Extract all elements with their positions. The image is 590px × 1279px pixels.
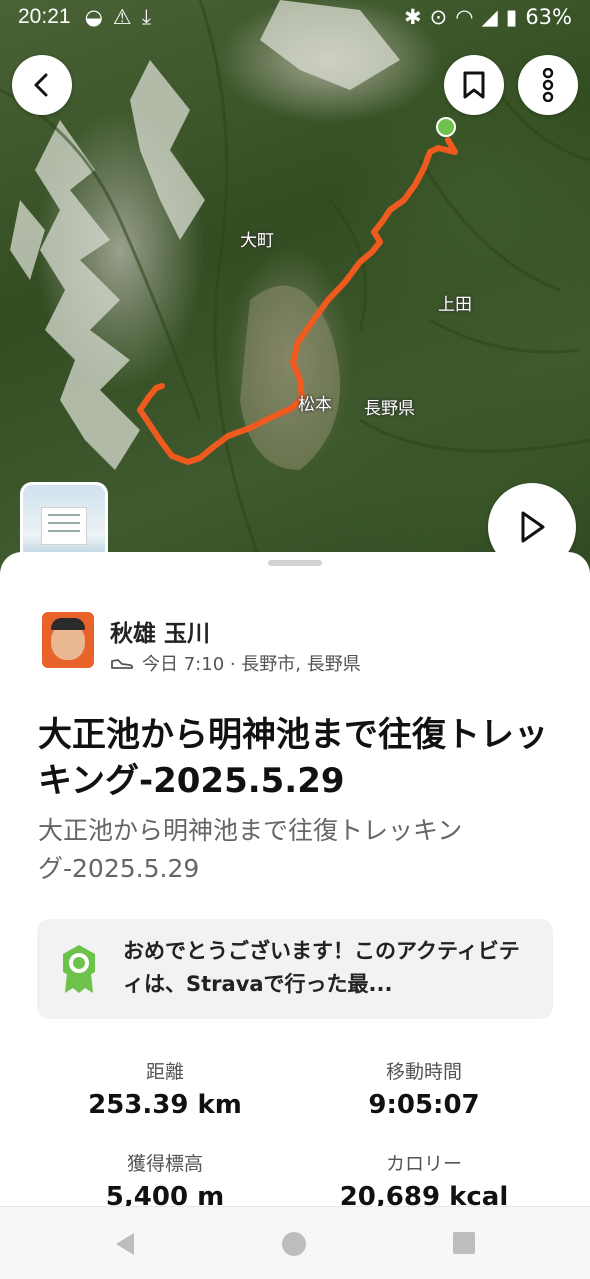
- activity-title: 大正池から明神池まで往復トレッキング-2025.5.29: [38, 715, 548, 801]
- stat-value: 9:05:07: [368, 1090, 480, 1120]
- stat-label: 移動時間: [385, 1061, 462, 1083]
- stat-distance: 距離 253.39 km: [35, 1057, 295, 1120]
- notification-icons: ◒ ⚠ ⤓: [85, 5, 151, 30]
- stat-label: 距離: [145, 1061, 184, 1083]
- nav-back-icon[interactable]: [112, 1231, 138, 1257]
- achievement-text: おめでとうございます！このアクティビティは、Stravaで行った最...: [123, 939, 520, 996]
- stat-value: 20,689 kcal: [339, 1182, 509, 1206]
- map-label-omachi: 大町: [240, 231, 274, 251]
- battery-level: 63%: [525, 5, 572, 29]
- bluetooth-icon: ✱: [404, 5, 422, 29]
- route-map[interactable]: 20:21 ◒ ⚠ ⤓ ✱ ⊙ ◠ ◢ ▮ 63% 大町 上田 松本 長野県: [0, 0, 590, 590]
- status-time: 20:21: [18, 5, 71, 28]
- sheet-drag-handle[interactable]: [268, 560, 322, 566]
- wifi-icon: ◠: [455, 5, 474, 29]
- chevron-left-icon: [34, 73, 48, 97]
- battery-icon: ▮: [505, 5, 518, 29]
- avatar-hair: [51, 618, 85, 630]
- location-icon: ⊙: [429, 5, 448, 29]
- stat-value: 253.39 km: [88, 1090, 242, 1120]
- activity-meta: 今日 7:10 · 長野市, 長野県: [110, 650, 361, 676]
- nav-recents-icon[interactable]: [452, 1231, 476, 1255]
- map-label-matsumoto: 松本: [298, 395, 332, 415]
- map-label-nagano: 長野県: [364, 399, 415, 419]
- shoe-icon: [111, 659, 134, 669]
- stat-label: カロリー: [385, 1153, 462, 1175]
- bookmark-icon: [463, 71, 485, 99]
- stat-calories: カロリー 20,689 kcal: [294, 1149, 554, 1206]
- activity-description: 大正池から明神池まで往復トレッキング-2025.5.29: [38, 816, 463, 883]
- play-icon: [521, 511, 545, 543]
- signal-icon: ◢: [481, 5, 498, 29]
- download-icon: ⤓: [141, 4, 152, 29]
- stat-value: 5,400 m: [105, 1182, 225, 1206]
- nav-home-icon[interactable]: [281, 1231, 307, 1257]
- more-button[interactable]: [518, 55, 578, 115]
- athlete-name[interactable]: 秋雄 玉川: [110, 614, 210, 648]
- system-nav-bar: [0, 1206, 590, 1279]
- stat-label: 獲得標高: [126, 1153, 203, 1175]
- activity-meta-text: 今日 7:10 · 長野市, 長野県: [142, 654, 361, 675]
- stat-moving-time: 移動時間 9:05:07: [294, 1057, 554, 1120]
- photo-certificate: [41, 507, 87, 545]
- bookmark-button[interactable]: [444, 55, 504, 115]
- stat-elevation-gain: 獲得標高 5,400 m: [35, 1149, 295, 1206]
- achievement-badge-icon: [63, 945, 95, 993]
- notification-icon: ◒: [84, 4, 103, 29]
- back-button[interactable]: [12, 55, 72, 115]
- warning-icon: ⚠: [112, 4, 132, 29]
- start-marker: [436, 117, 456, 137]
- achievement-banner[interactable]: おめでとうございます！このアクティビティは、Stravaで行った最...: [37, 919, 553, 1019]
- status-bar: 20:21 ◒ ⚠ ⤓ ✱ ⊙ ◠ ◢ ▮ 63%: [0, 0, 590, 34]
- activity-sheet: 秋雄 玉川 今日 7:10 · 長野市, 長野県 大正池から明神池まで往復トレッ…: [0, 552, 590, 1206]
- system-icons: ✱ ⊙ ◠ ◢ ▮ 63%: [404, 5, 572, 29]
- map-label-ueda: 上田: [438, 295, 472, 315]
- avatar[interactable]: [42, 612, 94, 668]
- more-vertical-icon: [542, 68, 554, 102]
